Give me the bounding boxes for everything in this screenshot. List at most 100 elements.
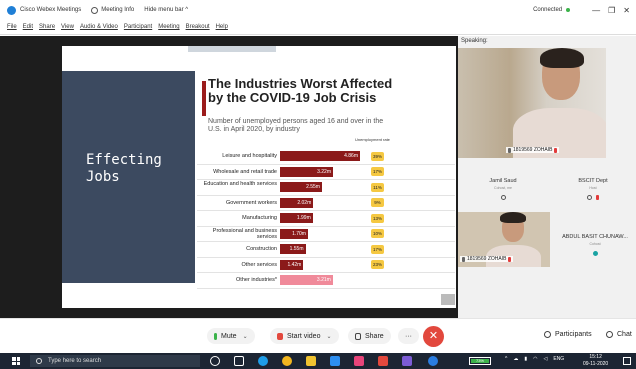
row-separator (197, 287, 455, 289)
bar-value: 1.55m (280, 244, 306, 254)
unemployment-rate-badge: 13% (371, 213, 384, 223)
slide-subtitle: Number of unemployed persons aged 16 and… (208, 118, 384, 133)
slide-left-panel: Effecting Jobs (62, 71, 195, 283)
app-icon[interactable] (354, 356, 364, 366)
row-separator (197, 179, 455, 180)
menu-file[interactable]: File (7, 24, 17, 30)
chevron-down-icon[interactable]: ⌄ (326, 333, 331, 340)
cloud-icon[interactable]: ☁ (513, 356, 518, 362)
row-separator (197, 210, 455, 211)
audio-icon (500, 195, 506, 200)
stage-scroll-thumb[interactable] (441, 294, 455, 305)
end-meeting-button[interactable]: ✕ (423, 326, 444, 347)
more-options-button[interactable]: ··· (398, 328, 419, 344)
bar-category-label: Wholesale and retail trade (213, 168, 277, 175)
minimize-button[interactable]: — (592, 6, 600, 15)
bar-value: 3.22m (280, 166, 333, 177)
battery-indicator[interactable]: 73% (469, 357, 491, 365)
windows-start-icon[interactable] (12, 357, 20, 365)
row-separator (197, 241, 455, 242)
close-window-button[interactable]: ✕ (623, 6, 630, 15)
edge-icon[interactable] (258, 356, 268, 366)
participant-video-name-tag: 1819569 ZOHAIB (460, 256, 514, 262)
row-separator (197, 225, 455, 227)
windows-taskbar: Type here to search 73% ^ ☁ ▮ ◠ ◁ ENG 15… (0, 353, 636, 369)
participant-name: ABDUL BASIT CHUNAW... (562, 234, 628, 240)
menu-share[interactable]: Share (39, 24, 55, 30)
shared-slide: Effecting Jobs The Industries Worst Affe… (62, 46, 456, 308)
bar-value: 1.70m (280, 228, 308, 239)
chevron-down-icon[interactable]: ⌄ (243, 333, 248, 340)
participant-tile-jamil[interactable]: Jamil Saud Cohost, me (470, 178, 536, 200)
menu-help[interactable]: Help (216, 24, 228, 30)
unemployment-rate-badge: 10% (371, 229, 384, 238)
unemployment-rate-badge: 11% (371, 182, 384, 192)
menu-edit[interactable]: Edit (23, 24, 33, 30)
bar-data-label: 3.22m (317, 168, 331, 175)
webex-taskbar-icon[interactable] (428, 356, 438, 366)
participant-video-zohaib[interactable]: 1819569 ZOHAIB (458, 212, 550, 267)
webex-logo-icon (7, 5, 16, 15)
shared-content-stage: Effecting Jobs The Industries Worst Affe… (0, 36, 458, 318)
bar-value: 4.86m (280, 151, 360, 161)
battery-icon[interactable]: ▮ (524, 356, 527, 362)
task-view-icon[interactable] (234, 356, 244, 366)
search-icon (36, 358, 42, 364)
menu-view[interactable]: View (61, 24, 74, 30)
volume-icon[interactable]: ◁ (544, 356, 548, 362)
bar-category-label: Professional and business services (212, 227, 277, 240)
bar-value: 1.99m (280, 213, 313, 223)
chevron-up-icon[interactable]: ^ (505, 356, 507, 362)
mute-button[interactable]: Mute ⌄ (207, 328, 255, 344)
language-indicator[interactable]: ENG (553, 356, 564, 362)
notification-icon[interactable] (623, 357, 631, 365)
participant-tile-abdul[interactable]: ABDUL BASIT CHUNAW... Cohost (554, 234, 636, 256)
active-speaker-video[interactable]: 1819569 ZOHAIB (458, 48, 606, 158)
participants-button[interactable]: Participants (544, 331, 592, 338)
active-speaker-name-tag: 1819569 ZOHAIB (506, 147, 560, 153)
slide-tab (188, 46, 276, 52)
taskbar-search-box[interactable]: Type here to search (30, 355, 200, 367)
menu-audio-video[interactable]: Audio & Video (80, 24, 118, 30)
restore-button[interactable]: ❐ (608, 6, 615, 15)
participant-name: Jamil Saud (489, 178, 517, 184)
window-titlebar: Cisco Webex Meetings Meeting Info Hide m… (0, 0, 636, 20)
menu-meeting[interactable]: Meeting (158, 24, 179, 30)
unemployment-rate-badge: 39% (371, 151, 384, 161)
wifi-icon[interactable]: ◠ (533, 356, 537, 362)
video-camera-icon (277, 332, 283, 340)
bar-category-label: Other industries* (236, 277, 277, 283)
bar-category-label: Manufacturing (242, 215, 277, 221)
app-icon[interactable] (378, 356, 388, 366)
audio-active-icon (592, 251, 598, 256)
mic-icon (508, 147, 511, 153)
file-explorer-icon[interactable] (306, 356, 316, 366)
menu-bar: File Edit Share View Audio & Video Parti… (0, 20, 636, 35)
chat-icon (606, 331, 613, 338)
store-icon[interactable] (330, 356, 340, 366)
cortana-icon[interactable] (210, 356, 220, 366)
row-separator (197, 163, 455, 165)
meeting-info-button[interactable]: Meeting Info (91, 6, 134, 14)
menu-breakout[interactable]: Breakout (186, 24, 210, 30)
bar-data-label: 1.99m (296, 215, 311, 221)
chat-button[interactable]: Chat (606, 331, 632, 338)
share-button[interactable]: Share (348, 328, 391, 344)
start-video-button[interactable]: Start video ⌄ (270, 328, 339, 344)
speaking-label: Speaking: (461, 38, 488, 44)
app-icon[interactable] (402, 356, 412, 366)
bar-category-label: Leisure and hospitality (222, 153, 277, 159)
participant-tile-bscit[interactable]: BSCIT Dept Host (560, 178, 626, 200)
unemployment-rate-badge: 17% (371, 244, 384, 254)
participant-role: Cohost, me (494, 186, 512, 190)
unemployment-rate-badge: 9% (371, 198, 384, 207)
share-screen-icon (355, 332, 361, 340)
unemployment-rate-badge: 23% (371, 260, 384, 269)
hide-menu-bar-button[interactable]: Hide menu bar ^ (144, 7, 188, 13)
taskbar-clock[interactable]: 15:12 09-11-2020 (583, 354, 608, 368)
connection-dot-icon (566, 8, 571, 12)
menu-participant[interactable]: Participant (124, 24, 152, 30)
bar-category-label: Other services (241, 261, 277, 268)
audio-icon (587, 195, 592, 200)
chrome-icon[interactable] (282, 356, 292, 366)
